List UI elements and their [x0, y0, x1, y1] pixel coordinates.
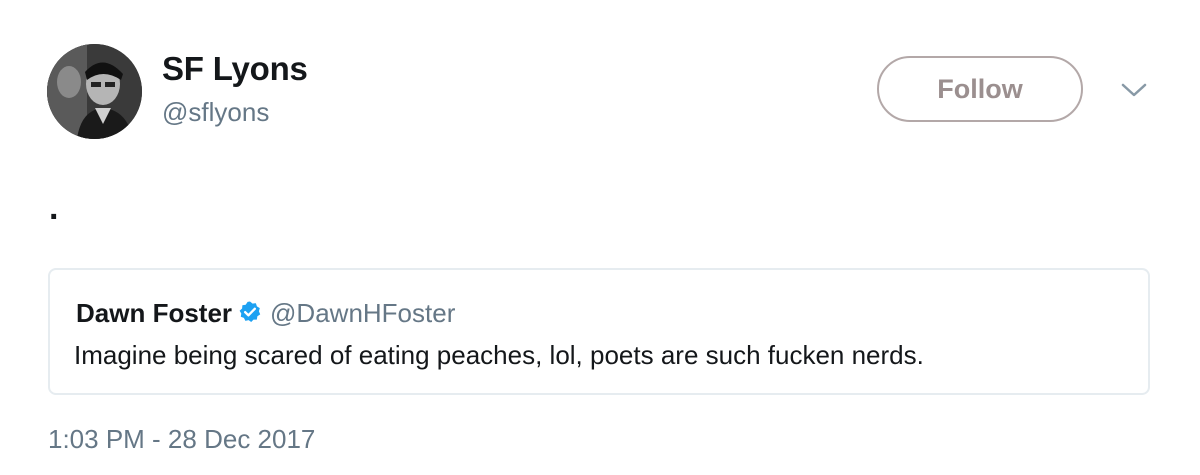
- tweet-text: .: [49, 189, 59, 227]
- avatar-photo: [47, 44, 142, 139]
- quoted-tweet-header: Dawn Foster @DawnHFoster: [76, 298, 455, 329]
- quoted-tweet[interactable]: Dawn Foster @DawnHFoster Imagine being s…: [48, 268, 1150, 395]
- quoted-tweet-text: Imagine being scared of eating peaches, …: [74, 340, 924, 370]
- tweet-timestamp[interactable]: 1:03 PM - 28 Dec 2017: [48, 424, 315, 455]
- follow-button[interactable]: Follow: [877, 56, 1083, 122]
- avatar[interactable]: [47, 44, 142, 139]
- author-display-name[interactable]: SF Lyons: [162, 50, 308, 88]
- quoted-author-handle: @DawnHFoster: [270, 298, 456, 328]
- author-handle[interactable]: @sflyons: [162, 97, 269, 128]
- verified-badge-icon: [238, 300, 262, 324]
- tweet-card: SF Lyons @sflyons Follow . Dawn Foster @…: [0, 0, 1200, 475]
- chevron-down-icon[interactable]: [1120, 80, 1148, 100]
- quoted-author-name: Dawn Foster: [76, 298, 233, 328]
